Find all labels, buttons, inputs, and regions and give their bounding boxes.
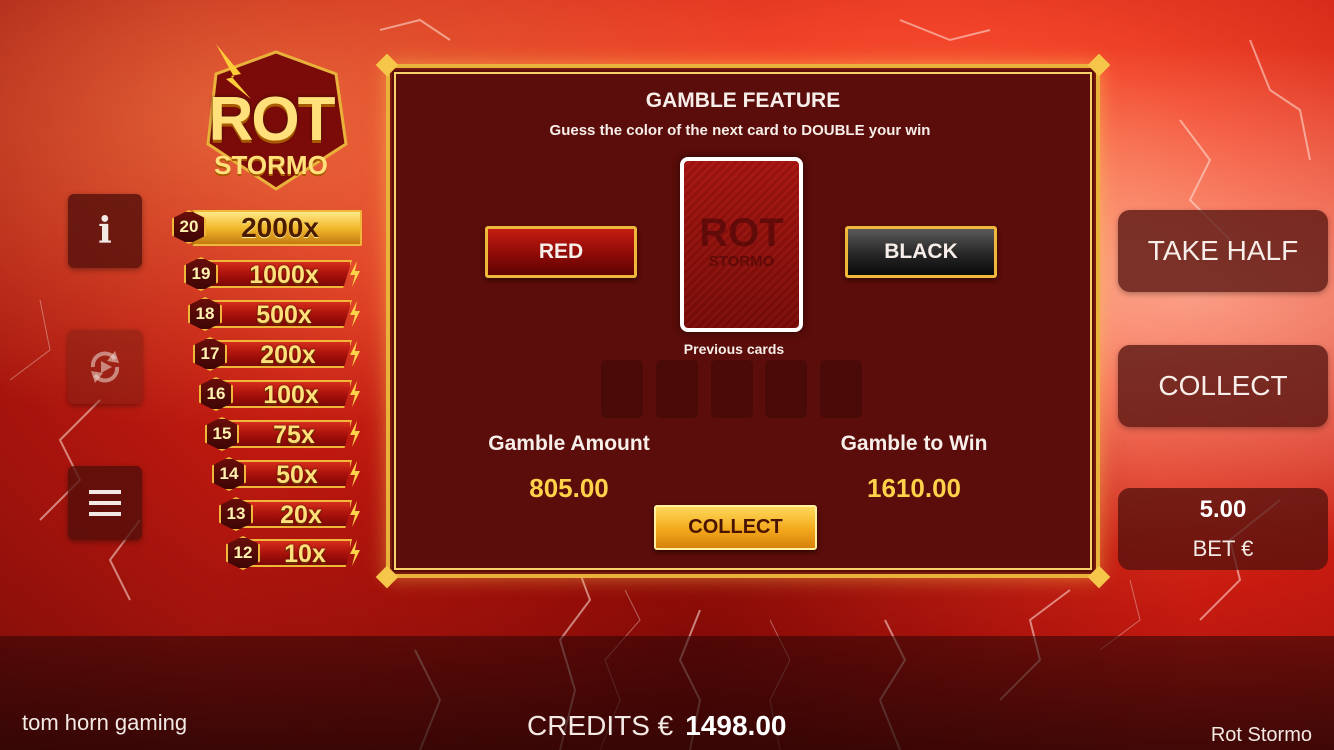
- paytable-multiplier: 75x: [273, 421, 315, 449]
- logo-line-2: STORMO: [214, 150, 328, 180]
- paytable-multiplier: 200x: [260, 341, 316, 369]
- credits-display: CREDITS € 1498.00: [527, 710, 786, 742]
- brand-name: tom horn gaming: [22, 710, 188, 735]
- dialog-collect-button[interactable]: COLLECT: [654, 505, 817, 550]
- bolt-icon: [350, 421, 360, 447]
- info-button[interactable]: i: [68, 194, 142, 268]
- take-half-button[interactable]: TAKE HALF: [1118, 210, 1328, 292]
- red-button[interactable]: RED: [485, 226, 637, 278]
- paytable-multiplier: 20x: [280, 501, 322, 529]
- menu-button[interactable]: [68, 466, 142, 540]
- previous-card-slot: [765, 360, 807, 418]
- bet-label: BET €: [1192, 536, 1254, 561]
- card-logo-line-2: STORMO: [708, 253, 775, 270]
- bolt-icon: [350, 501, 360, 527]
- menu-icon: [89, 490, 121, 516]
- previous-cards-label: Previous cards: [683, 341, 785, 357]
- paytable-multiplier: 10x: [284, 540, 326, 568]
- bolt-icon: [350, 540, 360, 566]
- bolt-icon: [350, 381, 360, 407]
- game-name: Rot Stormo: [1210, 724, 1312, 746]
- previous-card-slot: [656, 360, 698, 418]
- paytable-row-19: 19 1000x: [184, 257, 364, 291]
- paytable-row-12: 12 10x: [226, 536, 364, 570]
- face-down-card: ROT STORMO: [680, 157, 803, 332]
- gamble-to-win-value: 1610.00: [867, 473, 961, 503]
- collect-button[interactable]: COLLECT: [1118, 345, 1328, 427]
- gamble-title: GAMBLE FEATURE: [645, 89, 841, 112]
- previous-card-slot: [820, 360, 862, 418]
- credits-value: 1498.00: [685, 710, 787, 741]
- gamble-amount-value: 805.00: [529, 473, 609, 503]
- bet-value: 5.00: [1199, 496, 1247, 523]
- autoplay-icon: [90, 351, 120, 383]
- bolt-icon: [350, 461, 360, 487]
- paytable-row-20: 20 2000x: [172, 210, 362, 246]
- previous-card-slot: [711, 360, 753, 418]
- previous-card-slot: [601, 360, 643, 418]
- gamble-subtitle: Guess the color of the next card to DOUB…: [549, 122, 931, 139]
- paytable-multiplier: 1000x: [249, 261, 319, 289]
- paytable-row-18: 18 500x: [188, 297, 364, 331]
- gamble-to-win-label: Gamble to Win: [840, 432, 988, 455]
- card-logo-line-1: ROT: [699, 211, 784, 255]
- bolt-icon: [350, 301, 360, 327]
- gamble-amount-label: Gamble Amount: [488, 432, 650, 455]
- bolt-icon: [350, 261, 360, 287]
- paytable-multiplier: 2000x: [241, 212, 319, 243]
- paytable-row-15: 15 75x: [205, 417, 364, 451]
- paytable-multiplier: 100x: [263, 381, 319, 409]
- paytable-multiplier: 50x: [276, 461, 318, 489]
- paytable-row-17: 17 200x: [193, 337, 364, 371]
- autoplay-button[interactable]: [68, 330, 142, 404]
- logo-line-1: ROT: [208, 85, 336, 154]
- bolt-icon: [350, 341, 360, 367]
- paytable-row-16: 16 100x: [199, 377, 364, 411]
- paytable-row-14: 14 50x: [212, 457, 364, 491]
- paytable-row-13: 13 20x: [219, 497, 364, 531]
- info-icon: i: [98, 210, 112, 252]
- credits-label: CREDITS €: [527, 710, 674, 741]
- paytable-multiplier: 500x: [256, 301, 312, 329]
- game-logo: ROT STORMO: [196, 44, 356, 194]
- black-button[interactable]: BLACK: [845, 226, 997, 278]
